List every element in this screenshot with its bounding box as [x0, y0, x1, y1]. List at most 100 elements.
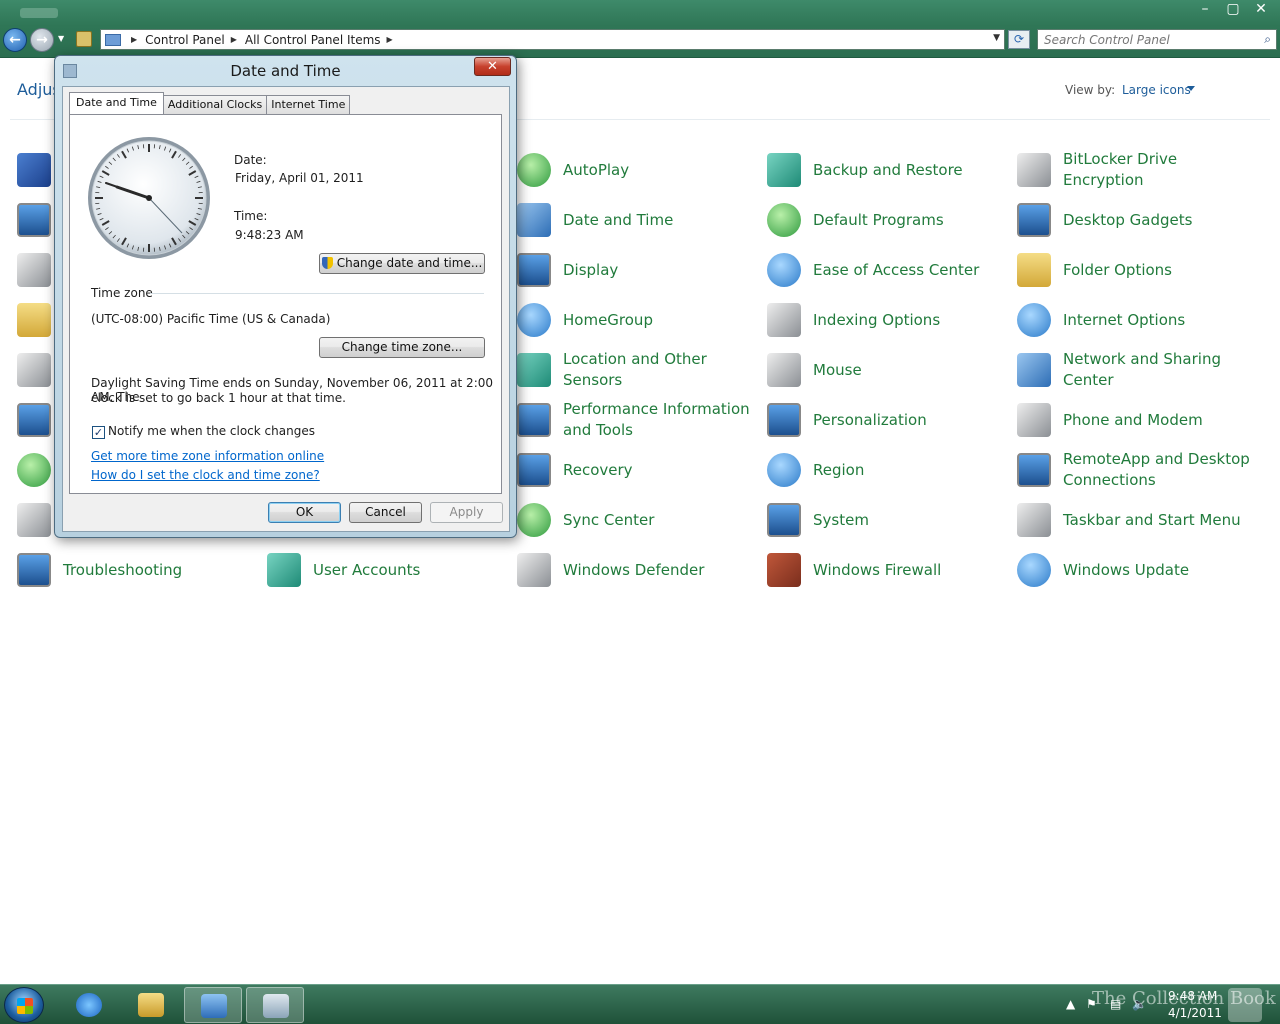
internet-options-icon: [1017, 303, 1051, 337]
timezone-value: (UTC-08:00) Pacific Time (US & Canada): [91, 312, 331, 326]
backup-icon: [767, 153, 801, 187]
search-input[interactable]: [1038, 30, 1248, 49]
start-button[interactable]: [4, 987, 44, 1023]
cp-item-windows-update[interactable]: Windows Update: [1015, 545, 1265, 595]
breadcrumb-all-items[interactable]: All Control Panel Items: [245, 33, 381, 47]
power-options-icon: [17, 453, 51, 487]
update-icon: [1017, 553, 1051, 587]
view-by-caret-icon[interactable]: [1187, 86, 1195, 91]
fonts-icon: [17, 303, 51, 337]
cp-item-remoteapp[interactable]: RemoteApp and Desktop Connections: [1015, 445, 1265, 495]
cp-item-region[interactable]: Region: [765, 445, 1015, 495]
minimize-button[interactable]: –: [1192, 0, 1218, 18]
cp-item-backup[interactable]: Backup and Restore: [765, 145, 1015, 195]
show-hidden-icons-icon[interactable]: ▲: [1066, 997, 1080, 1011]
clock-help-link[interactable]: How do I set the clock and time zone?: [91, 468, 320, 482]
location-icon: [517, 353, 551, 387]
display-icon: [517, 253, 551, 287]
chevron-right-icon[interactable]: ▶: [231, 35, 237, 44]
cancel-button[interactable]: Cancel: [349, 502, 422, 523]
dialog-close-button[interactable]: ✕: [474, 57, 511, 76]
recovery-icon: [517, 453, 551, 487]
recent-pages-dropdown[interactable]: ▼: [58, 34, 64, 43]
cp-item-label: Phone and Modem: [1063, 410, 1203, 429]
cp-item-system[interactable]: System: [765, 495, 1015, 545]
cp-item-mouse[interactable]: Mouse: [765, 345, 1015, 395]
cp-item-label: Windows Update: [1063, 560, 1190, 579]
cp-item-troubleshooting[interactable]: Troubleshooting: [15, 545, 265, 595]
chevron-right-icon[interactable]: ▶: [131, 35, 137, 44]
cp-item-label: Date and Time: [563, 210, 674, 229]
cp-item-defender[interactable]: Windows Defender: [515, 545, 765, 595]
apply-button[interactable]: Apply: [430, 502, 503, 523]
notification-icons-icon: [17, 403, 51, 437]
search-icon[interactable]: ⌕: [1264, 32, 1271, 47]
cp-item-date-time[interactable]: Date and Time: [515, 195, 765, 245]
cp-item-autoplay[interactable]: AutoPlay: [515, 145, 765, 195]
cp-item-internet-options[interactable]: Internet Options: [1015, 295, 1265, 345]
cp-item-sync[interactable]: Sync Center: [515, 495, 765, 545]
cp-item-label: Windows Defender: [563, 560, 705, 579]
cp-item-label: RemoteApp and Desktop Connections: [1063, 450, 1250, 489]
maximize-button[interactable]: ▢: [1220, 0, 1246, 18]
cp-item-indexing[interactable]: Indexing Options: [765, 295, 1015, 345]
view-by-dropdown[interactable]: Large icons: [1122, 83, 1191, 97]
cp-item-homegroup[interactable]: HomeGroup: [515, 295, 765, 345]
address-dropdown-icon[interactable]: ▼: [993, 33, 1000, 43]
cp-item-firewall[interactable]: Windows Firewall: [765, 545, 1015, 595]
refresh-button[interactable]: ⟳: [1008, 30, 1030, 49]
keyboard-icon: [17, 353, 51, 387]
tab-date-and-time[interactable]: Date and Time: [69, 92, 164, 114]
cp-item-personalization[interactable]: Personalization: [765, 395, 1015, 445]
cp-item-display[interactable]: Display: [515, 245, 765, 295]
cp-item-location[interactable]: Location and Other Sensors: [515, 345, 765, 395]
taskbar-explorer[interactable]: [122, 987, 180, 1023]
taskbar-date-time[interactable]: [246, 987, 304, 1023]
cp-item-recovery[interactable]: Recovery: [515, 445, 765, 495]
cp-item-label: Desktop Gadgets: [1063, 210, 1193, 229]
ok-button[interactable]: OK: [268, 502, 341, 523]
taskbar-ie[interactable]: [60, 987, 118, 1023]
control-panel-icon: [201, 994, 227, 1018]
cp-item-ease-access[interactable]: Ease of Access Center: [765, 245, 1015, 295]
cp-item-bitlocker[interactable]: BitLocker Drive Encryption: [1015, 145, 1265, 195]
chevron-right-icon[interactable]: ▶: [387, 35, 393, 44]
cp-item-user-accounts[interactable]: User Accounts: [265, 545, 515, 595]
cp-item-folder-options[interactable]: Folder Options: [1015, 245, 1265, 295]
tab-internet-time[interactable]: Internet Time: [266, 95, 351, 114]
address-bar[interactable]: ▶ Control Panel ▶ All Control Panel Item…: [100, 29, 1005, 50]
cp-item-gadgets[interactable]: Desktop Gadgets: [1015, 195, 1265, 245]
back-button[interactable]: ←: [3, 28, 27, 52]
taskbar-control-panel[interactable]: [184, 987, 242, 1023]
search-box[interactable]: ⌕: [1037, 29, 1277, 50]
firewall-icon: [767, 553, 801, 587]
timezone-info-link[interactable]: Get more time zone information online: [91, 449, 324, 463]
remoteapp-icon: [1017, 453, 1051, 487]
cp-item-label: Personalization: [813, 410, 927, 429]
personalization-icon: [767, 403, 801, 437]
cp-item-default-programs[interactable]: Default Programs: [765, 195, 1015, 245]
change-timezone-button[interactable]: Change time zone...: [319, 337, 485, 358]
tab-additional-clocks[interactable]: Additional Clocks: [162, 95, 268, 114]
cp-item-label: Indexing Options: [813, 310, 941, 329]
folder-icon[interactable]: [76, 31, 92, 47]
change-date-time-button[interactable]: Change date and time...: [319, 253, 485, 274]
forward-button[interactable]: →: [30, 28, 54, 52]
cp-item-label: Recovery: [563, 460, 633, 479]
close-window-button[interactable]: ✕: [1248, 0, 1274, 18]
date-value: Friday, April 01, 2011: [235, 171, 364, 185]
cp-item-label: Mouse: [813, 360, 862, 379]
cp-item-phone[interactable]: Phone and Modem: [1015, 395, 1265, 445]
cp-item-label: Location and Other Sensors: [563, 350, 707, 389]
cp-item-label: Backup and Restore: [813, 160, 963, 179]
dialog-body: Date and Time Additional Clocks Internet…: [62, 86, 510, 532]
cp-item-performance[interactable]: Performance Information and Tools: [515, 395, 765, 445]
cp-item-taskbar[interactable]: Taskbar and Start Menu: [1015, 495, 1265, 545]
breadcrumb-control-panel[interactable]: Control Panel: [145, 33, 225, 47]
cp-item-network[interactable]: Network and Sharing Center: [1015, 345, 1265, 395]
cp-item-label: BitLocker Drive Encryption: [1063, 150, 1178, 189]
notify-checkbox[interactable]: ✓: [92, 426, 105, 439]
mouse-icon: [767, 353, 801, 387]
dialog-titlebar[interactable]: Date and Time ✕: [55, 56, 516, 86]
notify-label[interactable]: Notify me when the clock changes: [108, 424, 315, 438]
